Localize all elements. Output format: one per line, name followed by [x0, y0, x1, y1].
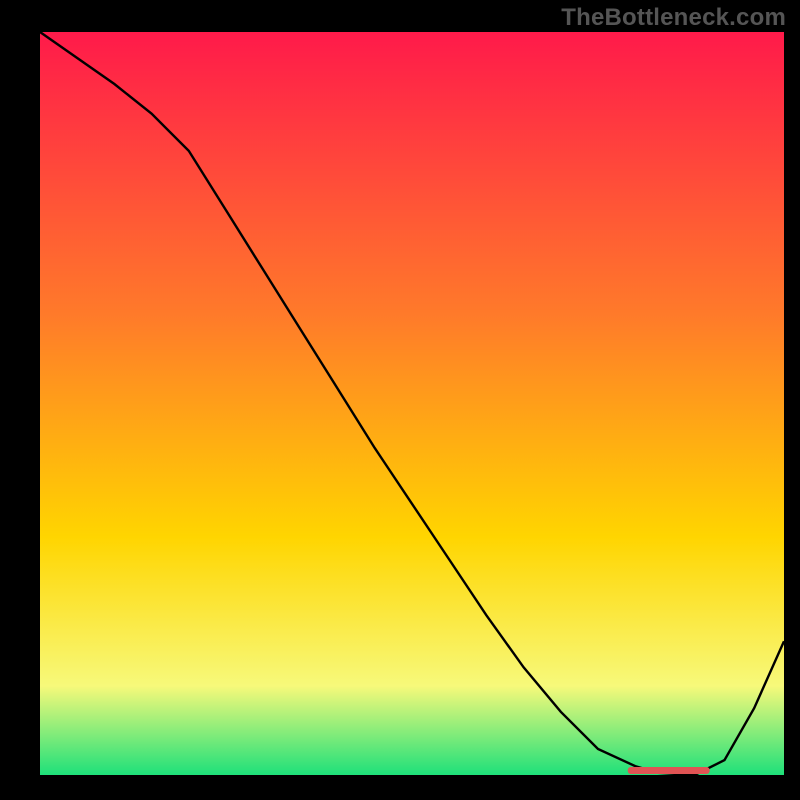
chart-container: TheBottleneck.com: [0, 0, 800, 800]
line-chart: [0, 0, 800, 800]
watermark-text: TheBottleneck.com: [561, 4, 786, 32]
plot-background: [40, 32, 784, 775]
optimum-marker: [628, 767, 710, 774]
